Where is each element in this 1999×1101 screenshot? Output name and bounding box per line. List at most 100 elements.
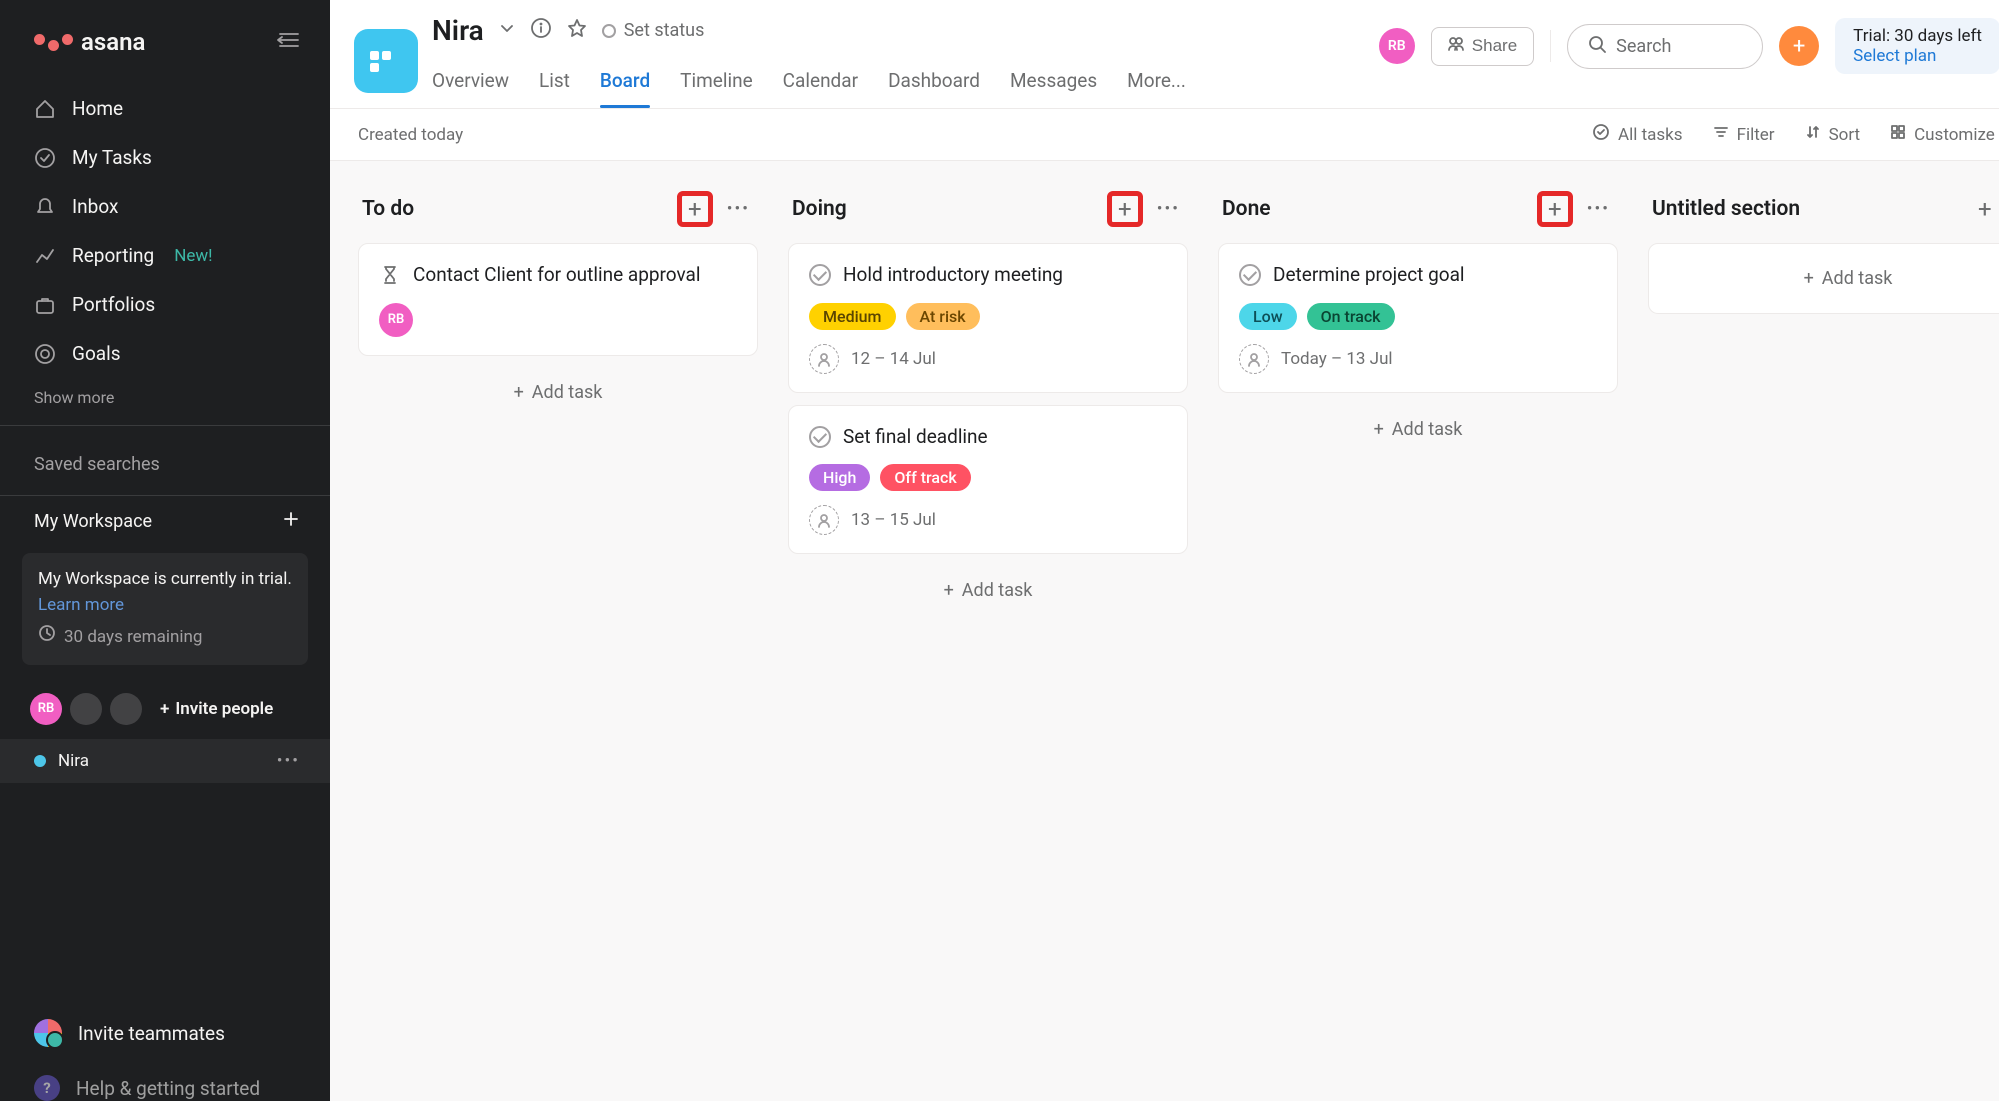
column-title[interactable]: Doing [792, 197, 1097, 221]
nav-my-tasks[interactable]: My Tasks [0, 133, 330, 182]
chevron-down-icon[interactable] [498, 19, 516, 42]
column-more-icon[interactable]: ••• [1583, 199, 1614, 219]
asana-logo[interactable]: asana [34, 28, 145, 56]
search-input[interactable]: Search [1567, 24, 1763, 69]
topbar-right: RB Share Search + Trial: 30 days left Se… [1379, 18, 1999, 104]
nav-home[interactable]: Home [0, 84, 330, 133]
set-status-button[interactable]: Set status [602, 20, 705, 41]
invite-teammates[interactable]: Invite teammates [0, 1001, 330, 1065]
task-title: Determine project goal [1273, 262, 1465, 289]
workspace-section: My Workspace My Workspace is currently i… [0, 496, 330, 783]
nav-reporting[interactable]: Reporting New! [0, 231, 330, 280]
sort-button[interactable]: Sort [1805, 124, 1861, 145]
tab-timeline[interactable]: Timeline [680, 59, 753, 108]
avatar-placeholder[interactable] [110, 693, 142, 725]
avatar-placeholder[interactable] [70, 693, 102, 725]
check-circle-icon [34, 147, 56, 169]
tab-board[interactable]: Board [600, 59, 650, 108]
info-icon[interactable] [530, 17, 552, 44]
complete-task-icon[interactable] [809, 426, 831, 448]
tab-overview[interactable]: Overview [432, 59, 509, 108]
board: To do + ••• Contact Client for outline appr… [330, 161, 1999, 1101]
select-plan-link[interactable]: Select plan [1853, 46, 1982, 66]
column-add-button[interactable]: + [1537, 191, 1573, 227]
avatar[interactable]: RB [1379, 28, 1415, 64]
column-more-icon[interactable]: ••• [1153, 199, 1184, 219]
tag-pill[interactable]: Medium [809, 303, 896, 330]
column-more-icon[interactable]: ••• [723, 199, 754, 219]
complete-task-icon[interactable] [809, 264, 831, 286]
tag-pill[interactable]: Low [1239, 303, 1297, 330]
pill-row: Medium At risk [809, 303, 1167, 330]
main: Nira Set status Overview List Board Timelin… [330, 0, 1999, 1101]
add-task-button[interactable]: +Add task [1218, 405, 1618, 454]
column-title[interactable]: Untitled section [1652, 197, 1957, 221]
chart-icon [34, 245, 56, 267]
task-card[interactable]: Contact Client for outline approvalRB [358, 243, 758, 356]
tab-more-[interactable]: More... [1127, 59, 1186, 108]
show-more[interactable]: Show more [0, 378, 330, 417]
task-card[interactable]: Hold introductory meetingMediumAt risk12… [788, 243, 1188, 393]
add-task-button[interactable]: +Add task [1649, 244, 1999, 313]
assignee-placeholder-icon[interactable] [809, 344, 839, 374]
assignee-avatar[interactable]: RB [379, 303, 413, 337]
trial-learn-more[interactable]: Learn more [38, 595, 124, 615]
tab-calendar[interactable]: Calendar [783, 59, 858, 108]
workspace-header[interactable]: My Workspace [0, 496, 330, 547]
column-add-button[interactable]: + [1967, 191, 1999, 227]
task-dates[interactable]: 13 – 15 Jul [851, 510, 936, 530]
trial-remaining: 30 days remaining [38, 624, 292, 651]
collapse-sidebar-icon[interactable] [276, 30, 302, 55]
tab-messages[interactable]: Messages [1010, 59, 1097, 108]
invite-people-button[interactable]: + Invite people [160, 699, 273, 719]
filter-button[interactable]: Filter [1713, 124, 1775, 145]
trial-text: My Workspace is currently in trial. [38, 569, 292, 589]
nav-label: My Tasks [72, 146, 152, 169]
workspace-name: My Workspace [34, 511, 152, 532]
column-add-button[interactable]: + [1107, 191, 1143, 227]
nav-inbox[interactable]: Inbox [0, 182, 330, 231]
tag-pill[interactable]: Off track [880, 464, 970, 491]
tag-pill[interactable]: At risk [906, 303, 980, 330]
project-icon[interactable] [354, 29, 418, 93]
more-icon[interactable]: ••• [277, 751, 300, 771]
tab-list[interactable]: List [539, 59, 570, 108]
card-meta: 12 – 14 Jul [809, 344, 1167, 374]
share-button[interactable]: Share [1431, 27, 1534, 66]
all-tasks-button[interactable]: All tasks [1592, 123, 1683, 146]
sidebar-project-nira[interactable]: Nira ••• [0, 739, 330, 783]
task-dates[interactable]: Today – 13 Jul [1281, 349, 1393, 369]
logo-dots-icon [34, 37, 73, 48]
trial-pill[interactable]: Trial: 30 days left Select plan [1835, 18, 1999, 74]
add-task-button[interactable]: +Add task [358, 368, 758, 417]
saved-searches-label: Saved searches [0, 434, 330, 487]
assignee-placeholder-icon[interactable] [809, 505, 839, 535]
plus-icon[interactable] [282, 510, 300, 533]
star-icon[interactable] [566, 17, 588, 44]
customize-button[interactable]: Customize [1890, 124, 1995, 145]
saved-searches-section: Saved searches [0, 426, 330, 496]
assignee-placeholder-icon[interactable] [1239, 344, 1269, 374]
help-getting-started[interactable]: ? Help & getting started [0, 1065, 330, 1101]
tag-pill[interactable]: On track [1307, 303, 1395, 330]
add-task-button[interactable]: +Add task [788, 566, 1188, 615]
task-card[interactable]: Determine project goal Low On track Today –… [1218, 243, 1618, 393]
tab-dashboard[interactable]: Dashboard [888, 59, 980, 108]
task-card[interactable]: Set final deadlineHighOff track13 – 15 J… [788, 405, 1188, 555]
nav-portfolios[interactable]: Portfolios [0, 280, 330, 329]
search-icon [1588, 35, 1606, 58]
nav-goals[interactable]: Goals [0, 329, 330, 378]
column-header: To do + ••• [358, 187, 758, 243]
column-title[interactable]: To do [362, 197, 667, 221]
complete-task-icon[interactable] [1239, 264, 1261, 286]
global-add-button[interactable]: + [1779, 26, 1819, 66]
project-title[interactable]: Nira [432, 14, 484, 47]
column-untitled-section: Untitled section+•••+Add task [1648, 187, 1999, 1075]
task-dates[interactable]: 12 – 14 Jul [851, 349, 936, 369]
topbar: Nira Set status Overview List Board Timelin… [330, 0, 1999, 109]
column-title[interactable]: Done [1222, 197, 1527, 221]
tag-pill[interactable]: High [809, 464, 870, 491]
avatar[interactable]: RB [30, 693, 62, 725]
plus-icon: + [160, 699, 169, 719]
column-add-button[interactable]: + [677, 191, 713, 227]
